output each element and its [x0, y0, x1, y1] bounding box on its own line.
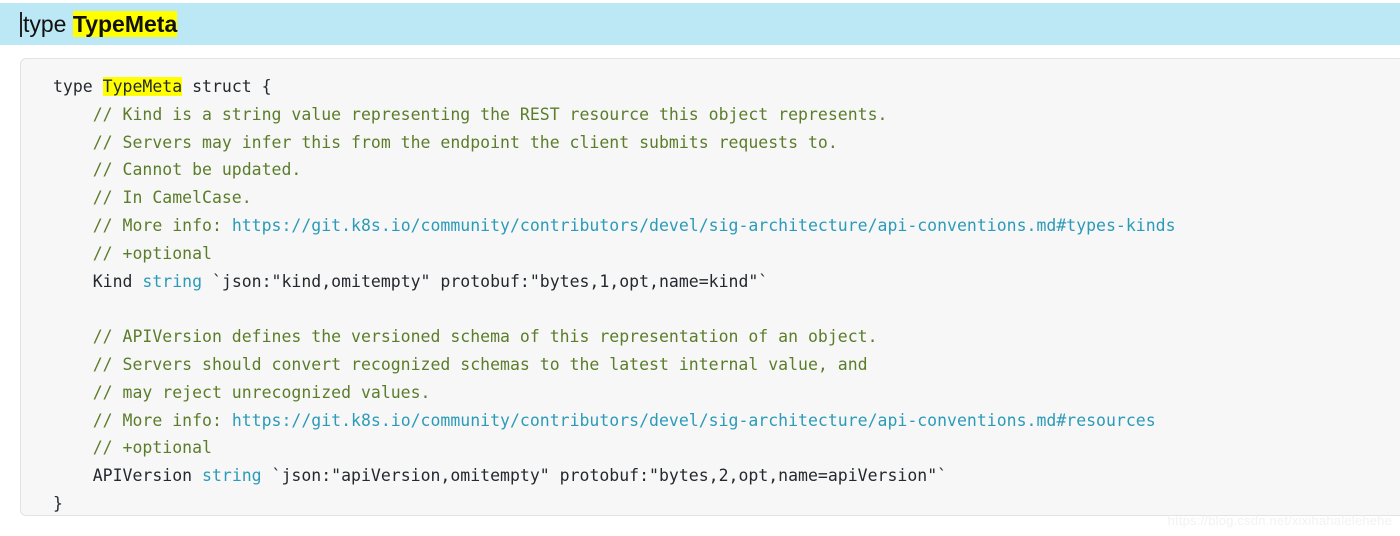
code-line: // Servers should convert recognized sch…: [53, 355, 868, 374]
code-content: type TypeMeta struct { // Kind is a stri…: [21, 59, 1400, 515]
text-cursor: [20, 11, 22, 37]
find-bar-query-prefix: type: [23, 11, 73, 37]
code-token: type: [53, 77, 103, 96]
code-line: APIVersion string `json:"apiVersion,omit…: [53, 466, 947, 485]
code-line: Kind string `json:"kind,omitempty" proto…: [53, 271, 769, 291]
code-line: // Servers may infer this from the endpo…: [53, 133, 838, 152]
code-token: string: [142, 271, 203, 291]
code-token: TypeMeta: [102, 77, 183, 96]
code-line: // Kind is a string value representing t…: [53, 104, 888, 124]
code-token: // Servers may infer this from the endpo…: [53, 132, 838, 152]
code-token: }: [53, 493, 63, 513]
code-token: // More info:: [53, 410, 232, 430]
code-line: }: [53, 494, 63, 513]
code-token: // Cannot be updated.: [53, 160, 302, 180]
code-line: type TypeMeta struct {: [53, 77, 272, 96]
code-token: Kind: [53, 271, 143, 291]
find-bar[interactable]: type TypeMeta: [0, 3, 1400, 45]
code-line: // +optional: [53, 244, 212, 263]
code-line: // Cannot be updated.: [53, 160, 302, 180]
code-token: // More info:: [53, 215, 232, 235]
code-block: type TypeMeta struct { // Kind is a stri…: [20, 58, 1400, 516]
code-token: // APIVersion defines the versioned sche…: [53, 327, 878, 347]
code-token: // Kind is a string value representing t…: [53, 104, 888, 124]
code-token: struct {: [182, 77, 272, 96]
code-token: `json:"apiVersion,omitempty" protobuf:"b…: [261, 466, 948, 486]
code-token: // In CamelCase.: [53, 188, 252, 208]
code-line: // may reject unrecognized values.: [53, 383, 431, 402]
watermark: https://blog.csdn.net/xixihahalelehehe: [1167, 513, 1392, 528]
code-token: // +optional: [53, 438, 212, 458]
code-token[interactable]: https://git.k8s.io/community/contributor…: [232, 411, 1156, 430]
code-token[interactable]: https://git.k8s.io/community/contributor…: [232, 216, 1176, 235]
code-line: // APIVersion defines the versioned sche…: [53, 327, 878, 346]
code-line: // +optional: [53, 438, 212, 457]
code-line: // In CamelCase.: [53, 188, 252, 207]
code-line: // More info: https://git.k8s.io/communi…: [53, 411, 1156, 430]
find-bar-query: type TypeMeta: [23, 10, 178, 38]
code-line: // More info: https://git.k8s.io/communi…: [53, 216, 1176, 235]
code-token: `json:"kind,omitempty" protobuf:"bytes,1…: [202, 271, 769, 291]
code-token: // +optional: [53, 243, 212, 263]
code-token: string: [202, 466, 262, 486]
find-bar-query-highlight: TypeMeta: [72, 11, 178, 37]
code-token: // Servers should convert recognized sch…: [53, 354, 868, 374]
code-token: // may reject unrecognized values.: [53, 382, 431, 402]
code-token: APIVersion: [53, 466, 203, 486]
